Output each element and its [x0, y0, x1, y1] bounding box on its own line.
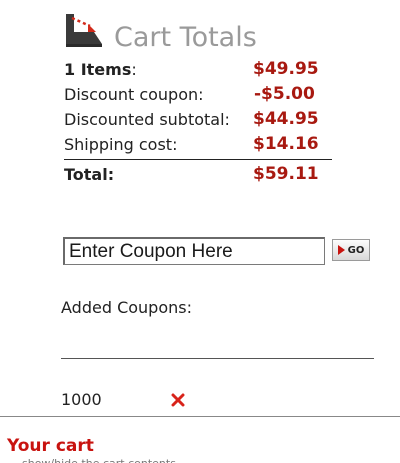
- divider: [61, 358, 374, 359]
- added-coupons-heading: Added Coupons:: [61, 298, 192, 317]
- shipping-label: Shipping cost:: [64, 135, 178, 154]
- coupon-input[interactable]: [63, 237, 325, 265]
- items-colon: :: [131, 60, 137, 79]
- remove-x-icon[interactable]: [171, 393, 185, 407]
- go-label: GO: [347, 244, 365, 256]
- arrow-right-icon: [337, 245, 345, 255]
- cart-totals-panel: Cart Totals 1 Items: $49.95 Discount cou…: [0, 0, 400, 463]
- shipping-value: $14.16: [253, 134, 319, 154]
- totals-table: 1 Items: $49.95 Discount coupon: -$5.00 …: [64, 57, 332, 187]
- items-row: 1 Items: $49.95: [64, 57, 332, 82]
- your-cart-heading[interactable]: Your cart: [7, 436, 94, 456]
- coupon-list-item: 1000: [61, 389, 185, 411]
- shipping-row: Shipping cost: $14.16: [64, 132, 332, 157]
- items-value: $49.95: [253, 59, 319, 79]
- discount-label: Discount coupon:: [64, 85, 204, 104]
- discount-row: Discount coupon: -$5.00: [64, 82, 332, 107]
- discounted-subtotal-row: Discounted subtotal: $44.95: [64, 107, 332, 132]
- shopping-cart-icon: [66, 14, 102, 47]
- section-divider: [0, 416, 400, 417]
- cart-totals-title: Cart Totals: [114, 22, 257, 53]
- cart-toggle-text[interactable]: show/hide the cart contents: [22, 458, 176, 463]
- items-label: 1 Items:: [64, 57, 137, 82]
- discount-value: -$5.00: [254, 84, 315, 104]
- total-label: Total:: [64, 165, 115, 184]
- items-count: 1 Items: [64, 60, 132, 79]
- coupon-code: 1000: [61, 390, 102, 409]
- total-row: Total: $59.11: [64, 159, 332, 187]
- go-button[interactable]: GO: [332, 239, 370, 261]
- discounted-subtotal-label: Discounted subtotal:: [64, 110, 230, 129]
- total-value: $59.11: [253, 164, 319, 184]
- cart-totals-header: Cart Totals: [64, 12, 364, 56]
- discounted-subtotal-value: $44.95: [253, 109, 319, 129]
